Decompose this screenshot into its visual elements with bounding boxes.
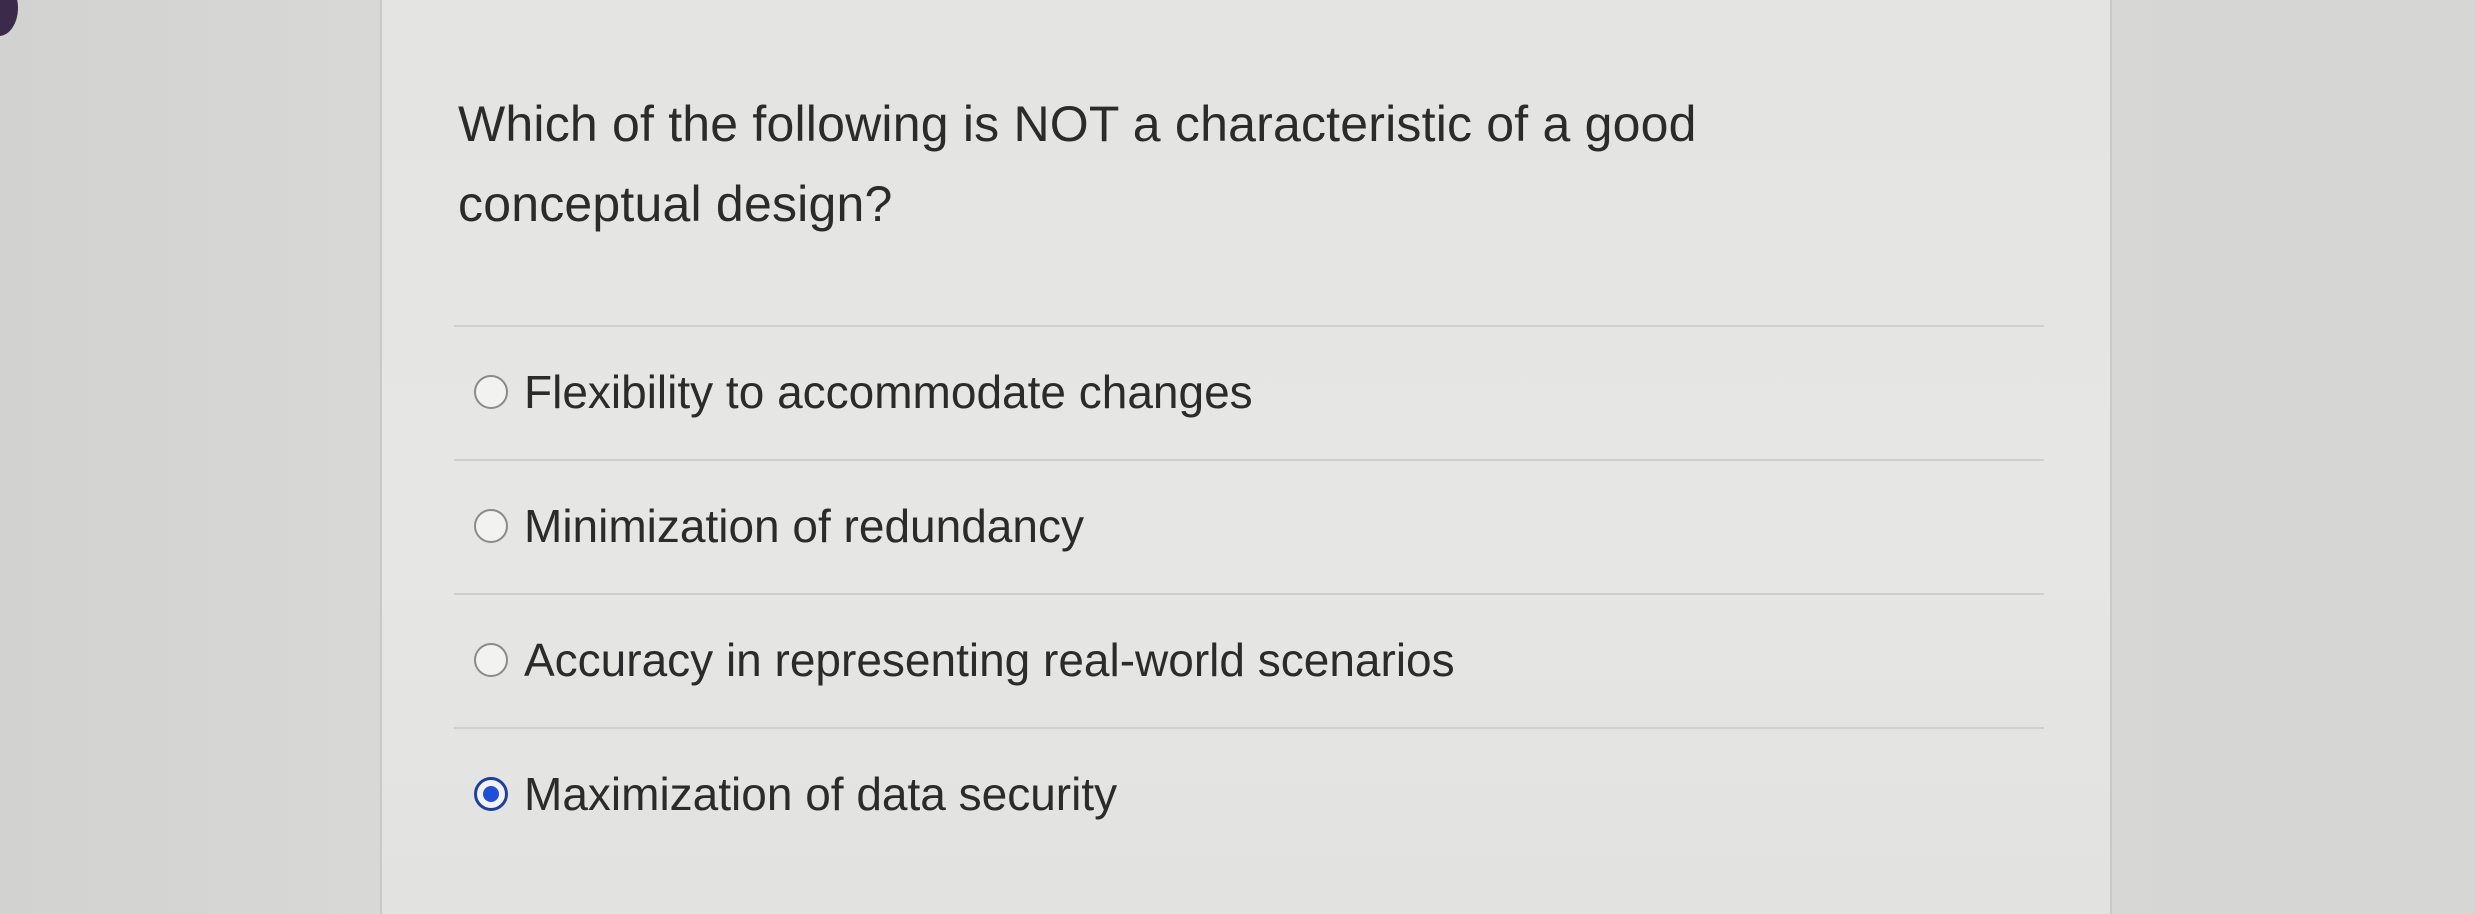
option-label: Minimization of redundancy — [524, 500, 1084, 552]
radio-button-icon[interactable] — [474, 509, 508, 543]
question-text: Which of the following is NOT a characte… — [458, 96, 1697, 232]
option-data-security[interactable]: Maximization of data security — [454, 729, 2044, 861]
option-label: Maximization of data security — [524, 768, 1118, 820]
option-label: Flexibility to accommodate changes — [524, 366, 1253, 418]
screen: Which of the following is NOT a characte… — [0, 0, 2475, 914]
radio-button-icon[interactable] — [474, 375, 508, 409]
radio-button-icon[interactable] — [474, 643, 508, 677]
option-redundancy[interactable]: Minimization of redundancy — [454, 461, 2044, 593]
option-label: Accuracy in representing real-world scen… — [524, 634, 1455, 686]
radio-button-selected-icon[interactable] — [474, 777, 508, 811]
option-flexibility[interactable]: Flexibility to accommodate changes — [454, 327, 2044, 459]
corner-artifact — [0, 0, 18, 36]
option-accuracy[interactable]: Accuracy in representing real-world scen… — [454, 595, 2044, 727]
quiz-card: Which of the following is NOT a characte… — [380, 0, 2112, 914]
answer-options: Flexibility to accommodate changes Minim… — [454, 325, 2044, 861]
